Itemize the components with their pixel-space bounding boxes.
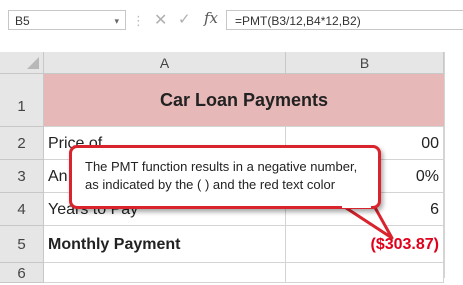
formula-input[interactable]: =PMT(B3/12,B4*12,B2) [226,10,463,30]
name-box-dropdown-icon[interactable]: ▾ [114,11,119,31]
row-header-3[interactable]: 3 [0,160,44,193]
row-header-6[interactable]: 6 [0,263,44,283]
callout-box: The PMT function results in a negative n… [69,145,381,209]
callout-text-line1: The PMT function results in a negative n… [85,159,358,174]
column-header-a[interactable]: A [44,52,286,74]
select-all-corner[interactable] [0,52,44,74]
enter-icon[interactable]: ✓ [178,10,191,28]
name-box[interactable]: B5 ▾ [8,10,126,30]
row-header-4[interactable]: 4 [0,193,44,226]
cell-b6[interactable] [286,263,444,283]
name-box-value: B5 [15,14,30,28]
grid-right-edge [444,52,463,278]
select-all-triangle-icon [27,57,39,69]
formula-bar-separator-icon: ⋮ [132,13,146,28]
cell-a6[interactable] [44,263,286,283]
formula-bar: B5 ▾ ⋮ ✕ ✓ fx =PMT(B3/12,B4*12,B2) [0,0,463,52]
cell-a5[interactable]: Monthly Payment [44,226,286,263]
insert-function-icon[interactable]: fx [204,9,218,27]
row-header-5[interactable]: 5 [0,226,44,263]
cell-b5[interactable]: ($303.87) [286,226,444,263]
title-cell[interactable]: Car Loan Payments [44,74,444,127]
cancel-icon[interactable]: ✕ [154,10,167,30]
column-header-b[interactable]: B [286,52,444,74]
callout-text-line2: as indicated by the ( ) and the red text… [85,177,336,192]
row-header-2[interactable]: 2 [0,127,44,160]
row-header-1[interactable]: 1 [0,74,44,127]
